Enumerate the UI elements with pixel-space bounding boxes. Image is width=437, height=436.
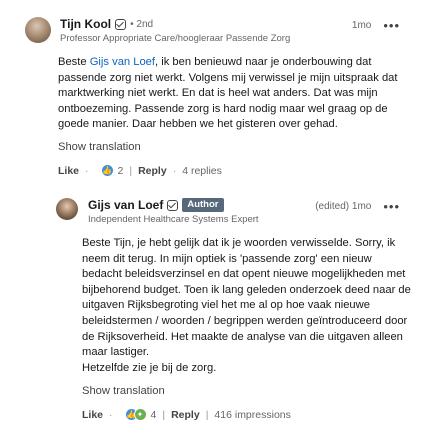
separator: | [205,408,209,421]
replies-count[interactable]: 4 replies [182,165,222,177]
reactions[interactable]: 👍 [100,164,114,177]
verified-icon [167,199,179,211]
avatar[interactable] [56,198,78,220]
show-translation-button[interactable]: Show translation [82,385,165,397]
like-button[interactable]: Like [82,409,103,421]
like-button[interactable]: Like [58,165,79,177]
comment-meta: (edited) 1mo ••• [315,199,400,214]
author-name[interactable]: Tijn Kool [60,17,111,31]
comment-actions: Like · 👍 ✦ 4 | Reply | 416 impressions [82,408,291,421]
author-badge: Author [182,198,224,212]
reactions[interactable]: 👍 ✦ [124,408,147,421]
more-options-icon[interactable]: ••• [383,199,400,214]
comment-text-start: Beste [58,56,90,68]
timestamp: 1mo [351,20,372,31]
reactions-count[interactable]: 4 [151,409,157,421]
more-options-icon[interactable]: ••• [383,18,400,33]
comment-text: Beste Tijn, je hebt gelijk dat ik je woo… [82,236,412,376]
timestamp: (edited) 1mo [315,201,372,212]
celebrate-icon: ✦ [133,408,147,421]
avatar[interactable] [25,17,51,43]
separator: | [129,164,133,177]
reply-button[interactable]: Reply [138,165,167,177]
author-name[interactable]: Gijs van Loef [88,198,163,212]
comment-text: Beste Gijs van Loef, ik ben benieuwd naa… [58,55,408,133]
impressions-count[interactable]: 416 impressions [214,409,290,421]
separator: · [172,164,177,177]
show-translation-button[interactable]: Show translation [58,141,141,153]
separator: | [162,408,166,421]
author-headline: Professor Appropriate Care/hoogleraar Pa… [60,33,291,44]
comment-header: Tijn Kool • 2nd Professor Appropriate Ca… [60,16,290,44]
comment-paragraph: Hetzelfde zie je bij de zorg. [82,361,217,374]
mention-link[interactable]: Gijs van Loef [90,56,155,68]
verified-icon [115,18,127,30]
connection-degree: • 2nd [130,18,154,30]
reactions-count[interactable]: 2 [118,165,124,177]
author-headline: Independent Healthcare Systems Expert [88,214,259,225]
comment-actions: Like · 👍 2 | Reply · 4 replies [58,164,222,177]
comment-meta: 1mo ••• [352,18,400,33]
comment-header: Gijs van Loef Author Independent Healthc… [88,197,259,225]
comment-paragraph: Beste Tijn, je hebt gelijk dat ik je woo… [82,237,411,359]
reply-button[interactable]: Reply [171,409,200,421]
thumbs-up-icon: 👍 [100,164,114,177]
separator: · [85,164,89,177]
separator: · [109,408,113,421]
